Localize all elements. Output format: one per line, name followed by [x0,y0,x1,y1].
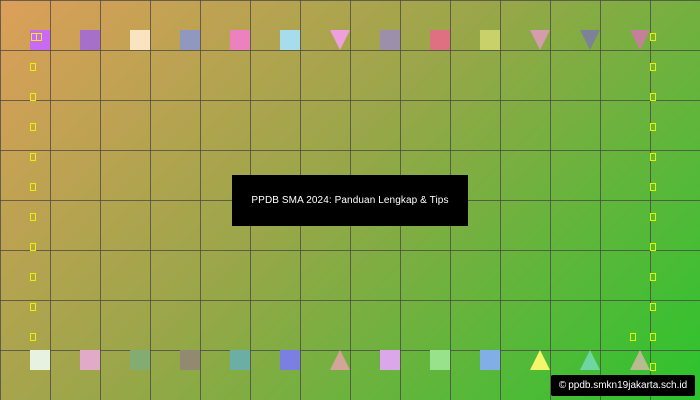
tick-left-4 [30,153,36,161]
tick-right-6 [650,213,656,221]
top-marker-square-2 [80,30,100,50]
bottom-marker-triangle-up-12 [580,350,600,370]
top-marker-square-3 [130,30,150,50]
bottom-marker-square-6 [280,350,300,370]
tick-left-5 [30,183,36,191]
tick-right-5 [650,183,656,191]
tick-left-1 [30,63,36,71]
top-marker-triangle-down-11 [530,30,550,50]
top-marker-square-10 [480,30,500,50]
tick-right-8 [650,273,656,281]
graphic-canvas: PPDB SMA 2024: Panduan Lengkap & Tips © … [0,0,700,400]
tick-left-8 [30,273,36,281]
tick-right-3 [650,123,656,131]
tick-right-10 [650,333,656,341]
top-marker-triangle-down-12 [580,30,600,50]
copyright-icon: © [558,380,567,391]
title-banner: PPDB SMA 2024: Panduan Lengkap & Tips [232,175,468,226]
tick-left-2 [30,93,36,101]
top-marker-triangle-down-7 [330,30,350,50]
bottom-marker-square-3 [130,350,150,370]
bottom-marker-square-10 [480,350,500,370]
top-marker-square-8 [380,30,400,50]
bottom-marker-square-8 [380,350,400,370]
tick-right-bottom [650,363,656,371]
tick-right-4 [650,153,656,161]
tick-extra [630,333,636,341]
top-marker-square-5 [230,30,250,50]
tick-top-left-b [36,33,42,41]
top-marker-square-6 [280,30,300,50]
bottom-marker-triangle-up-11 [530,350,550,370]
tick-right-2 [650,93,656,101]
tick-right-top [650,33,656,41]
top-marker-square-9 [430,30,450,50]
credit-text: ppdb.smkn19jakarta.sch.id [568,380,688,391]
bottom-marker-square-4 [180,350,200,370]
tick-left-10 [30,333,36,341]
bottom-marker-triangle-up-7 [330,350,350,370]
bottom-marker-square-1 [30,350,50,370]
tick-right-1 [650,63,656,71]
tick-left-3 [30,123,36,131]
tick-left-6 [30,213,36,221]
tick-right-7 [650,243,656,251]
bottom-marker-triangle-up-13 [630,350,650,370]
bottom-marker-square-2 [80,350,100,370]
top-marker-square-4 [180,30,200,50]
tick-left-7 [30,243,36,251]
tick-left-9 [30,303,36,311]
credit-badge: © ppdb.smkn19jakarta.sch.id [551,375,695,396]
tick-right-9 [650,303,656,311]
page-title: PPDB SMA 2024: Panduan Lengkap & Tips [251,195,449,206]
bottom-marker-square-9 [430,350,450,370]
top-marker-triangle-down-13 [630,30,650,50]
bottom-marker-square-5 [230,350,250,370]
